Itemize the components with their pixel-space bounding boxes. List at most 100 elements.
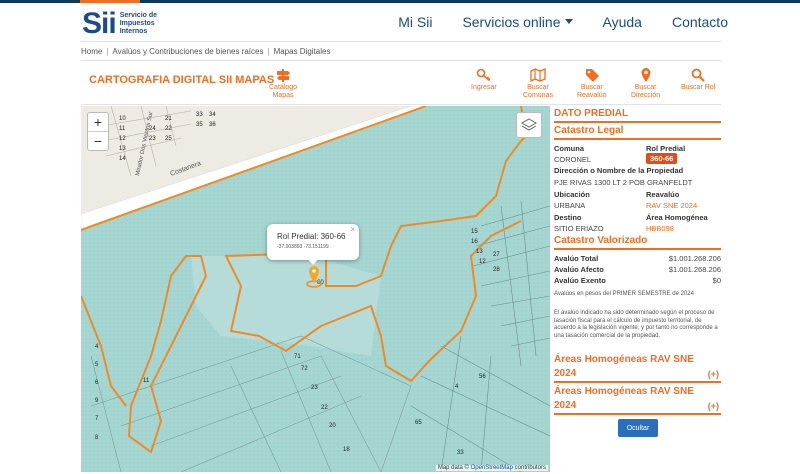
rol-badge: 360-66 xyxy=(646,153,678,164)
site-header: Sii Servicio de Impuestos Internos Mi Si… xyxy=(0,3,800,40)
areas-homogeneas-2[interactable]: Áreas Homogéneas RAV SNE 2024 (+) xyxy=(554,385,721,415)
popup-title: Rol Predial: 360-66 xyxy=(277,232,346,241)
lot-number: 33 xyxy=(196,112,203,118)
expand-icon[interactable]: (+) xyxy=(708,367,719,381)
buscar-direccion-label: Buscar xyxy=(634,84,657,91)
nav-servicios-online[interactable]: Servicios online xyxy=(462,13,573,30)
buscar-reavaluo-button[interactable]: Buscar Reavalúo xyxy=(577,68,607,100)
nav-ayuda[interactable]: Ayuda xyxy=(603,14,642,30)
map-view[interactable]: Costanera Mirador Dos Vientos Sur 10 11 … xyxy=(81,106,550,472)
map-popup: Rol Predial: 360-66 -37.003893 -73.15119… xyxy=(267,224,359,265)
buscar-direccion-button[interactable]: Buscar Dirección xyxy=(631,68,660,100)
attribution-suffix: contributors xyxy=(514,465,546,471)
avaluo-afecto-value: $1.001.268.206 xyxy=(668,265,721,274)
nav-mi-sii[interactable]: Mi Sii xyxy=(398,14,432,30)
direccion-value: PJE RIVAS 1300 LT 2 POB GRANFELDT xyxy=(554,178,693,187)
ingresar-label: Ingresar xyxy=(471,84,497,91)
buscar-comunas-label: Comunas xyxy=(523,92,553,99)
lot-number: 22 xyxy=(321,405,328,411)
avaluo-afecto-label: Avalúo Afecto xyxy=(554,265,604,274)
breadcrumb-separator: | xyxy=(106,46,109,56)
logo-line: Internos xyxy=(119,28,148,35)
sii-logo[interactable]: Sii Servicio de Impuestos Internos xyxy=(82,9,157,39)
logo-text: Servicio de Impuestos Internos xyxy=(120,12,157,36)
map-canvas[interactable]: Costanera Mirador Dos Vientos Sur 10 11 … xyxy=(81,106,550,472)
areas-homogeneas-1[interactable]: Áreas Homogéneas RAV SNE 2024 (+) xyxy=(554,353,721,383)
popup-tip xyxy=(307,258,319,265)
lot-number: 13 xyxy=(476,249,483,255)
breadcrumb-mapas: Mapas Digitales xyxy=(273,46,331,56)
lot-number: 12 xyxy=(119,136,126,142)
areas-1-line: 2024 xyxy=(554,368,577,379)
zoom-in-button[interactable]: + xyxy=(88,113,108,132)
catastro-legal-heading: Catastro Legal xyxy=(554,125,721,140)
lot-number: 34 xyxy=(209,112,216,118)
buscar-direccion-label: Dirección xyxy=(631,92,661,99)
property-panel: DATO PREDIAL Catastro Legal Comuna Rol P… xyxy=(554,106,721,472)
buscar-rol-button[interactable]: Buscar Rol xyxy=(681,68,715,92)
lot-number: 36 xyxy=(209,122,216,128)
breadcrumb-home[interactable]: Home xyxy=(81,47,102,56)
logo-line: Impuestos xyxy=(119,20,155,27)
map-icon xyxy=(530,68,546,82)
lot-number: 15 xyxy=(471,229,478,235)
openstreetmap-link[interactable]: OpenStreetMap xyxy=(471,465,513,471)
expand-icon[interactable]: (+) xyxy=(708,399,719,413)
ocultar-button[interactable]: Ocultar xyxy=(618,419,658,437)
reavaluo-value[interactable]: RAV SNE 2024 xyxy=(646,201,721,210)
map-toolbar: CARTOGRAFIA DIGITAL SII MAPAS Catálogo M… xyxy=(81,62,721,105)
zoom-control: + − xyxy=(87,112,109,151)
lot-number: 16 xyxy=(471,239,478,245)
lot-number: 23 xyxy=(149,136,156,142)
nav-servicios-label: Servicios online xyxy=(462,13,561,30)
avaluo-exento-value: $0 xyxy=(712,276,721,285)
areas-2-line: 2024 xyxy=(554,400,577,411)
ingresar-button[interactable]: Ingresar xyxy=(471,68,497,92)
lot-number: 23 xyxy=(311,385,318,391)
signpost-icon xyxy=(277,69,291,82)
search-icon xyxy=(691,68,705,82)
avaluo-total-label: Avalúo Total xyxy=(554,254,599,263)
breadcrumb-separator: | xyxy=(267,46,270,56)
pin-icon xyxy=(641,68,651,82)
areas-1-line: Áreas Homogéneas RAV SNE xyxy=(554,354,694,365)
lot-number: 28 xyxy=(493,267,500,273)
avaluo-afecto-row: Avalúo Afecto $1.001.268.206 xyxy=(554,265,721,274)
nav-contacto[interactable]: Contacto xyxy=(672,14,728,30)
map-attribution: Map data © OpenStreetMap contributors xyxy=(435,465,548,471)
lot-number: 24 xyxy=(149,126,156,132)
lot-number: 72 xyxy=(301,366,308,372)
page-title: CARTOGRAFIA DIGITAL SII MAPAS xyxy=(89,74,275,86)
lot-number: 71 xyxy=(294,354,301,360)
buscar-comunas-button[interactable]: Buscar Comunas xyxy=(523,68,553,100)
avaluo-total-value: $1.001.268.206 xyxy=(668,254,721,263)
popup-close-button[interactable]: × xyxy=(350,225,355,234)
lot-number: 22 xyxy=(165,126,172,132)
lot-number: 10 xyxy=(119,116,126,122)
lot-number: 21 xyxy=(165,116,172,122)
area-value[interactable]: HBB098 xyxy=(646,224,721,233)
lot-number: 12 xyxy=(479,259,486,265)
catalog-label: Catálogo xyxy=(269,84,298,91)
layers-button[interactable] xyxy=(516,112,542,138)
buscar-comunas-label: Buscar xyxy=(527,84,549,91)
avaluo-exento-label: Avalúo Exento xyxy=(554,276,606,285)
panel-title: DATO PREDIAL xyxy=(554,108,721,123)
zoom-out-button[interactable]: − xyxy=(88,132,108,150)
rol-value: 360-66 xyxy=(646,153,721,164)
catalog-button[interactable]: Catálogo Mapas xyxy=(269,68,297,100)
lot-number: 25 xyxy=(165,136,172,142)
reavaluo-label: Reavalúo xyxy=(646,190,680,199)
catalog-label: Mapas xyxy=(272,92,294,99)
lot-number: 13 xyxy=(119,146,126,152)
areas-2-line: Áreas Homogéneas RAV SNE xyxy=(554,386,694,397)
lot-number: 27 xyxy=(493,252,500,258)
lot-number: 18 xyxy=(343,447,350,453)
popup-coordinates: -37.003893 -73.151199 xyxy=(277,244,329,250)
breadcrumb: Home | Avalúos y Contribuciones de biene… xyxy=(81,41,721,61)
layers-icon xyxy=(521,118,537,131)
breadcrumb-avaluos[interactable]: Avalúos y Contribuciones de bienes raíce… xyxy=(112,47,263,56)
lot-number: 35 xyxy=(196,122,203,128)
lot-number: 33 xyxy=(457,450,464,456)
tag-icon xyxy=(585,69,599,82)
